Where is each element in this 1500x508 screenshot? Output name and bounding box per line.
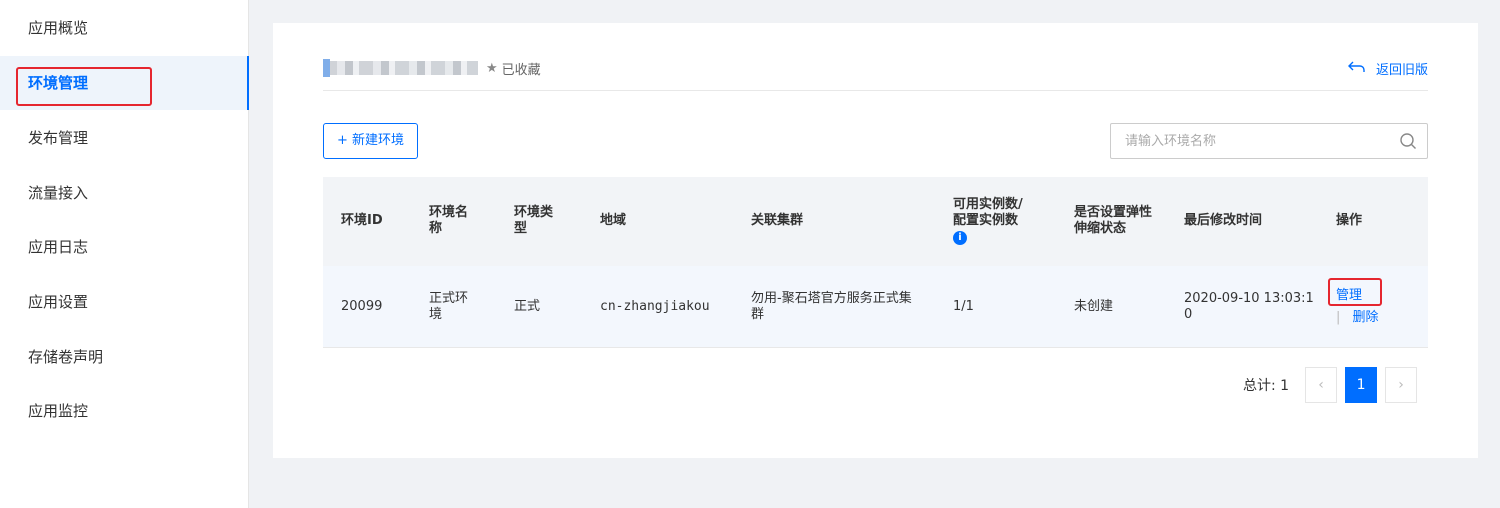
cell-region: cn-zhangjiakou bbox=[600, 299, 710, 314]
action-separator: | bbox=[1336, 310, 1341, 325]
app-header: ★ 已收藏 返回旧版 bbox=[323, 51, 1428, 91]
favorite-toggle[interactable]: ★ 已收藏 bbox=[486, 59, 541, 78]
table-row: 20099 正式环境 正式 cn-zhangjiakou 勿用-聚石塔官方服务正… bbox=[323, 266, 1428, 348]
main-panel: ★ 已收藏 返回旧版 + 新建环境 环境ID 环境名称 环境类型 地域 关联集群… bbox=[273, 23, 1478, 458]
cell-cluster: 勿用-聚石塔官方服务正式集群 bbox=[751, 291, 912, 322]
sidebar-item-app-logs[interactable]: 应用日志 bbox=[0, 220, 248, 274]
back-to-old-version-link[interactable]: 返回旧版 bbox=[1347, 59, 1428, 78]
secondary-actions: | 删除 bbox=[1336, 310, 1379, 326]
page-button-current[interactable]: 1 bbox=[1345, 367, 1378, 403]
column-header-id: 环境ID bbox=[341, 213, 383, 228]
sidebar-item-volume-claims[interactable]: 存储卷声明 bbox=[0, 330, 248, 384]
cell-env-id: 20099 bbox=[341, 299, 383, 314]
environment-search-input[interactable] bbox=[1125, 132, 1385, 150]
table-header: 环境ID 环境名称 环境类型 地域 关联集群 可用实例数/配置实例数 i 是否设… bbox=[323, 177, 1428, 266]
sidebar-item-app-overview[interactable]: 应用概览 bbox=[0, 1, 248, 55]
next-page-button[interactable]: › bbox=[1385, 367, 1418, 403]
cell-env-name: 正式环境 bbox=[429, 291, 469, 322]
sidebar-item-traffic-access[interactable]: 流量接入 bbox=[0, 166, 248, 220]
manage-link[interactable]: 管理 bbox=[1336, 288, 1379, 304]
info-icon[interactable]: i bbox=[953, 231, 967, 245]
column-header-type: 环境类型 bbox=[514, 205, 554, 236]
prev-page-button[interactable]: ‹ bbox=[1305, 367, 1338, 403]
pagination: 总计: 1 ‹ 1 › bbox=[1243, 367, 1418, 403]
sidebar: 应用概览 环境管理 发布管理 流量接入 应用日志 应用设置 存储卷声明 应用监控 bbox=[0, 0, 249, 508]
column-header-modified: 最后修改时间 bbox=[1184, 213, 1263, 228]
environment-search-box bbox=[1110, 123, 1428, 159]
sidebar-item-environment-management[interactable]: 环境管理 bbox=[0, 56, 249, 110]
back-label: 返回旧版 bbox=[1375, 63, 1428, 78]
favorite-label: 已收藏 bbox=[501, 63, 541, 78]
cell-env-type: 正式 bbox=[514, 299, 541, 314]
cell-instances: 1/1 bbox=[953, 299, 974, 314]
star-icon: ★ bbox=[486, 61, 498, 76]
column-header-instances-label: 可用实例数/配置实例数 bbox=[953, 197, 1023, 228]
sidebar-item-release-management[interactable]: 发布管理 bbox=[0, 111, 248, 165]
sidebar-item-app-monitoring[interactable]: 应用监控 bbox=[0, 384, 248, 438]
column-header-actions: 操作 bbox=[1336, 213, 1363, 228]
cell-modified-time: 2020-09-10 13:03:10 bbox=[1184, 291, 1314, 322]
delete-link[interactable]: 删除 bbox=[1353, 310, 1379, 325]
column-header-instances: 可用实例数/配置实例数 i bbox=[953, 197, 1035, 245]
return-arrow-icon bbox=[1347, 60, 1366, 78]
search-icon[interactable] bbox=[1399, 132, 1417, 154]
column-header-region: 地域 bbox=[600, 213, 627, 228]
column-header-autoscale: 是否设置弹性伸缩状态 bbox=[1074, 205, 1153, 236]
column-header-cluster: 关联集群 bbox=[751, 213, 804, 228]
environment-table: 环境ID 环境名称 环境类型 地域 关联集群 可用实例数/配置实例数 i 是否设… bbox=[323, 177, 1428, 348]
pagination-total: 总计: 1 bbox=[1243, 378, 1290, 394]
cell-actions: 管理 | 删除 bbox=[1336, 288, 1379, 326]
cell-autoscale: 未创建 bbox=[1074, 299, 1114, 314]
column-header-name: 环境名称 bbox=[429, 205, 469, 236]
new-environment-button[interactable]: + 新建环境 bbox=[323, 123, 418, 159]
sidebar-item-app-settings[interactable]: 应用设置 bbox=[0, 275, 248, 329]
app-name-redacted bbox=[323, 59, 478, 77]
